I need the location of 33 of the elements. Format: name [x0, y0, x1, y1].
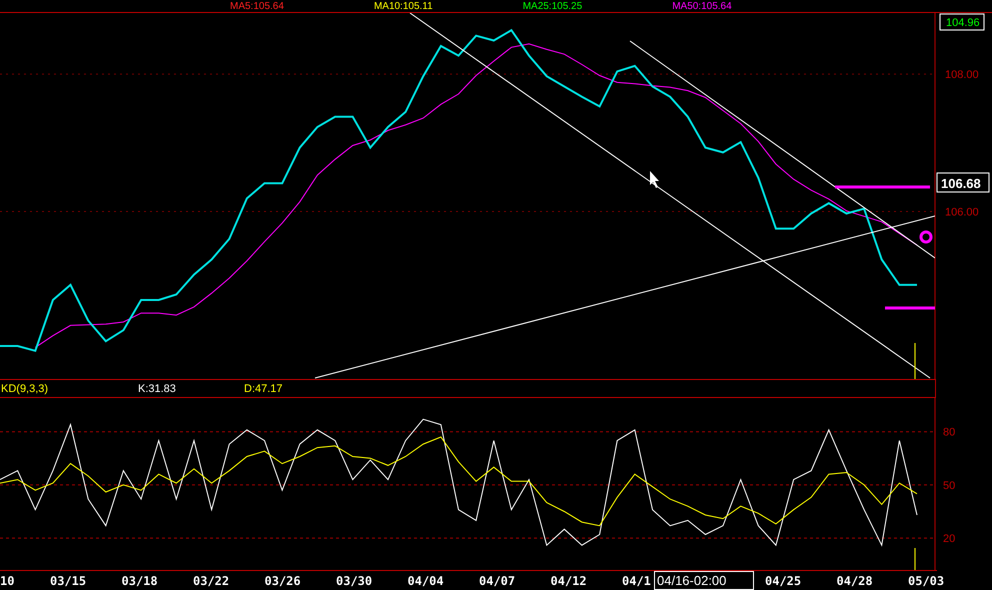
date-label: 03/30 — [336, 574, 372, 588]
date-label: 03/18 — [122, 574, 158, 588]
date-label: 04/07 — [479, 574, 516, 588]
axis-label: 50 — [943, 480, 956, 492]
last-price-label: 106.68 — [936, 172, 990, 192]
axis-label: 106.00 — [945, 206, 979, 218]
date-label: 10 — [0, 574, 14, 588]
cursor-date-label: 04/16-02:00 — [654, 571, 754, 590]
date-label: 04/28 — [836, 574, 873, 588]
date-label: 04/1 — [622, 574, 651, 588]
legend-label: MA50:105.64 — [672, 0, 732, 12]
indicator-title: KD(9,3,3) — [0, 382, 50, 394]
date-label: 04/12 — [550, 574, 587, 588]
date-label: 04/25 — [765, 574, 802, 588]
marker-circle — [920, 230, 932, 244]
axis-label: 80 — [943, 426, 956, 439]
date-label: 03/26 — [264, 574, 301, 588]
axis-label: 108.00 — [945, 69, 979, 82]
date-label: 03/15 — [50, 574, 86, 588]
date-label: 05/03 — [908, 574, 944, 588]
date-label: 04/04 — [408, 574, 444, 588]
legend-label: MA10:105.11 — [374, 0, 433, 12]
legend-label: MA5:105.64 — [230, 0, 284, 12]
date-label: 03/22 — [193, 574, 230, 588]
axis-label: 20 — [943, 533, 956, 546]
price-label: 104.96 — [940, 14, 984, 30]
crosshair-line — [914, 342, 916, 379]
marker-line — [885, 306, 935, 310]
d-reading: D:47.17 — [244, 382, 283, 394]
cursor-icon — [650, 171, 659, 188]
legend-label: MA25:105.25 — [522, 0, 582, 12]
crosshair-line — [914, 548, 916, 570]
k-reading: K:31.83 — [138, 382, 177, 394]
